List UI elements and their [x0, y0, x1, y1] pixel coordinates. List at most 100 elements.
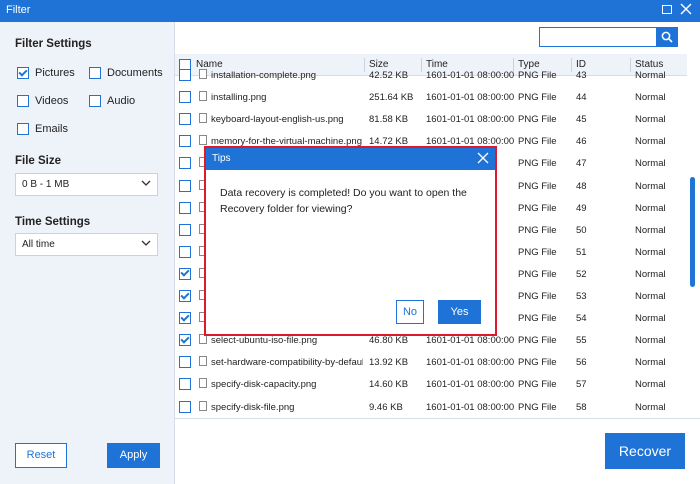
row-checkbox[interactable] — [179, 135, 191, 148]
row-status: Normal — [635, 291, 666, 302]
file-icon — [199, 113, 207, 124]
time-settings-select[interactable]: All time — [15, 233, 158, 256]
checkbox-documents[interactable]: Documents — [89, 67, 163, 79]
checkbox-documents-label: Documents — [107, 67, 163, 79]
row-id: 53 — [576, 291, 587, 302]
chevron-down-icon — [141, 240, 151, 246]
search-input[interactable] — [539, 27, 678, 47]
close-button[interactable] — [679, 3, 693, 17]
recover-button[interactable]: Recover — [605, 433, 685, 469]
row-type: PNG File — [518, 224, 557, 236]
checkbox-videos-box[interactable] — [17, 95, 29, 107]
row-name: specify-disk-file.png — [211, 401, 295, 413]
row-status: Normal — [635, 246, 666, 258]
row-checkbox[interactable] — [179, 245, 191, 258]
table-row[interactable]: keyboard-layout-english-us.png 81.58 KB 16… — [175, 108, 687, 130]
row-checkbox[interactable] — [179, 69, 191, 81]
maximize-icon — [662, 5, 672, 14]
row-checkbox[interactable] — [179, 312, 191, 325]
row-checkbox[interactable] — [179, 157, 191, 170]
row-id: 44 — [576, 92, 587, 104]
checkbox-documents-box[interactable] — [89, 67, 101, 79]
row-type: PNG File — [518, 291, 557, 302]
row-checkbox[interactable] — [179, 378, 191, 391]
table-row[interactable]: set-hardware-compatibility-by-default.pn… — [175, 351, 687, 373]
row-time: 1601-01-01 08:00:00 — [426, 335, 515, 347]
row-checkbox[interactable] — [179, 267, 191, 280]
row-checkbox[interactable] — [179, 400, 191, 413]
checkbox-pictures[interactable]: Pictures — [17, 67, 75, 79]
checkbox-pictures-box[interactable] — [17, 67, 29, 79]
table-row[interactable]: specify-disk-file.png 9.46 KB 1601-01-01 0… — [175, 396, 687, 415]
row-type: PNG File — [518, 136, 557, 148]
row-status: Normal — [635, 158, 666, 170]
table-row[interactable]: installing.png 251.64 KB 1601-01-01 08:00:… — [175, 86, 687, 108]
row-id: 52 — [576, 268, 587, 280]
row-id: 56 — [576, 357, 587, 369]
close-icon — [680, 3, 692, 15]
reset-button[interactable]: Reset — [15, 443, 67, 468]
checkbox-emails-box[interactable] — [17, 123, 29, 135]
file-icon — [199, 400, 207, 411]
row-status: Normal — [635, 335, 666, 347]
row-checkbox[interactable] — [179, 201, 191, 214]
row-name: keyboard-layout-english-us.png — [211, 114, 344, 126]
row-checkbox[interactable] — [179, 113, 191, 126]
row-type: PNG File — [518, 202, 557, 214]
row-type: PNG File — [518, 246, 557, 258]
row-status: Normal — [635, 114, 666, 126]
divider — [175, 418, 700, 419]
row-checkbox[interactable] — [179, 91, 191, 104]
table-row[interactable]: specify-disk-capacity.png 14.60 KB 1601-01… — [175, 373, 687, 395]
file-size-heading: File Size — [15, 155, 62, 167]
checkbox-pictures-label: Pictures — [35, 67, 75, 79]
apply-button[interactable]: Apply — [107, 443, 160, 468]
search-button[interactable] — [656, 27, 678, 47]
row-id: 43 — [576, 70, 587, 81]
row-type: PNG File — [518, 70, 557, 81]
file-size-value: 0 B - 1 MB — [22, 179, 70, 190]
row-name: installation-complete.png — [211, 70, 317, 81]
dialog-no-button[interactable]: No — [396, 300, 424, 324]
row-id: 51 — [576, 246, 587, 258]
maximize-button[interactable] — [660, 3, 674, 17]
row-time: 1601-01-01 08:00:00 — [426, 70, 515, 81]
time-settings-value: All time — [22, 239, 55, 250]
checkbox-audio-label: Audio — [107, 95, 136, 107]
row-name: select-ubuntu-iso-file.png — [211, 335, 318, 347]
row-size: 42.52 KB — [369, 70, 409, 81]
row-size: 9.46 KB — [369, 401, 403, 413]
checkbox-emails[interactable]: Emails — [17, 123, 68, 135]
checkbox-audio[interactable]: Audio — [89, 95, 135, 107]
row-type: PNG File — [518, 379, 557, 391]
checkbox-videos[interactable]: Videos — [17, 95, 68, 107]
row-checkbox[interactable] — [179, 179, 191, 192]
row-checkbox[interactable] — [179, 334, 191, 347]
row-type: PNG File — [518, 158, 557, 170]
checkbox-emails-label: Emails — [35, 123, 69, 135]
filter-sidebar: Filter Settings Pictures Documents Video… — [0, 22, 175, 484]
row-checkbox[interactable] — [179, 223, 191, 236]
row-status: Normal — [635, 313, 666, 325]
row-id: 55 — [576, 335, 587, 347]
file-size-select[interactable]: 0 B - 1 MB — [15, 173, 158, 196]
row-checkbox[interactable] — [179, 290, 191, 302]
table-row[interactable]: installation-complete.png 42.52 KB 1601-01… — [175, 64, 687, 86]
row-checkbox[interactable] — [179, 356, 191, 369]
row-id: 58 — [576, 401, 587, 413]
file-icon — [199, 69, 207, 79]
row-time: 1601-01-01 08:00:00 — [426, 114, 515, 126]
dialog-close-icon[interactable] — [476, 151, 490, 165]
dialog-yes-button[interactable]: Yes — [438, 300, 481, 324]
row-type: PNG File — [518, 313, 557, 325]
row-id: 54 — [576, 313, 587, 325]
row-status: Normal — [635, 379, 666, 391]
row-type: PNG File — [518, 92, 557, 104]
row-id: 57 — [576, 379, 587, 391]
scrollbar-thumb[interactable] — [690, 177, 695, 287]
row-size: 46.80 KB — [369, 335, 409, 347]
row-type: PNG File — [518, 335, 557, 347]
checkbox-audio-box[interactable] — [89, 95, 101, 107]
row-status: Normal — [635, 357, 666, 369]
search-icon — [661, 31, 673, 43]
